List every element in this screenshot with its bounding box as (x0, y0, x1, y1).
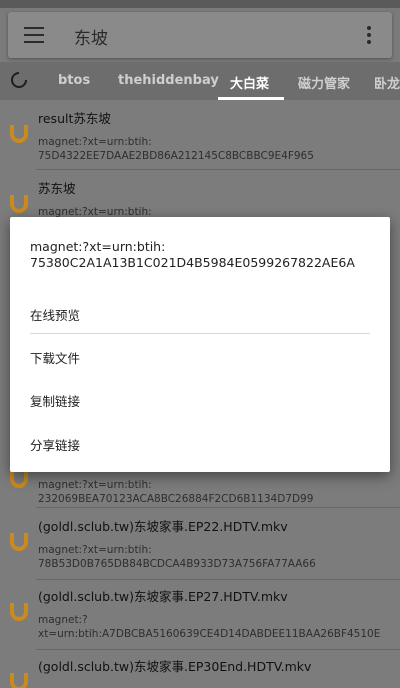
item-magnet: magnet:?xt=urn:btih: (38, 136, 152, 148)
item-title: result苏东坡 (38, 111, 111, 126)
item-hash: xt=urn:btih:A7DBCBA5160639CE4D14DABDEE11… (38, 628, 381, 640)
magnet-icon (10, 195, 28, 213)
item-title: 苏东坡 (38, 181, 76, 196)
divider (30, 333, 370, 334)
tab-thehiddenbay[interactable]: thehiddenbay (118, 73, 219, 88)
magnet-icon (10, 125, 28, 143)
dialog-title: magnet:?xt=urn:btih: 75380C2A1A13B1C021D… (30, 239, 370, 271)
item-title: (goldl.sclub.tw)东坡家事.EP27.HDTV.mkv (38, 589, 288, 604)
tab-wolong[interactable]: 卧龙 (374, 73, 400, 92)
tab-cili-guanjia[interactable]: 磁力管家 (298, 73, 350, 92)
dialog-magnet-prefix: magnet:?xt=urn:btih: (30, 239, 166, 254)
item-hash: 78B53D0B765DB84BCDCA4B933D73A756FA77AA66 (38, 558, 316, 570)
item-magnet: magnet:?xt=urn:btih: (38, 544, 152, 556)
item-title: (goldl.sclub.tw)东坡家事.EP30End.HDTV.mkv (38, 659, 312, 674)
list-item[interactable]: (goldl.sclub.tw)东坡家事.EP27.HDTV.mkv magne… (0, 580, 400, 650)
search-input[interactable]: 东坡 (74, 24, 108, 49)
tab-btos[interactable]: btos (58, 73, 90, 88)
item-title: (goldl.sclub.tw)东坡家事.EP22.HDTV.mkv (38, 519, 288, 534)
list-item[interactable]: (goldl.sclub.tw)东坡家事.EP22.HDTV.mkv magne… (0, 508, 400, 580)
source-tabs: btos thehiddenbay 大白菜 磁力管家 卧龙 (0, 62, 400, 100)
item-magnet: magnet:?xt=urn:btih: (38, 479, 152, 491)
dialog-magnet-hash: 75380C2A1A13B1C021D4B5984E0599267822AE6A (30, 255, 355, 270)
item-hash: 232069BEA70123ACA8BC26884F2CD6B1134D7D99 (38, 493, 314, 505)
online-preview-item[interactable]: 在线预览 (30, 305, 80, 324)
menu-icon[interactable] (24, 27, 44, 43)
list-item[interactable]: result苏东坡 magnet:?xt=urn:btih: 75D4322EE… (0, 100, 400, 170)
refresh-icon[interactable] (10, 71, 28, 89)
search-bar: 东坡 (8, 12, 392, 58)
list-item[interactable]: (goldl.sclub.tw)东坡家事.EP30End.HDTV.mkv (0, 650, 400, 688)
item-hash: 75D4322EE7DAAE2BD86A212145C8BCBBC9E4F965 (38, 150, 314, 162)
magnet-icon (10, 603, 28, 621)
more-options-icon[interactable] (366, 26, 372, 46)
share-link-item[interactable]: 分享链接 (30, 435, 80, 454)
download-file-item[interactable]: 下载文件 (30, 348, 80, 367)
magnet-action-dialog: magnet:?xt=urn:btih: 75380C2A1A13B1C021D… (10, 217, 390, 472)
tab-dabaicai[interactable]: 大白菜 (230, 73, 269, 92)
status-bar (0, 0, 400, 8)
item-magnet: magnet:? (38, 614, 88, 626)
magnet-icon (10, 533, 28, 551)
magnet-icon (10, 673, 28, 688)
copy-link-item[interactable]: 复制链接 (30, 391, 80, 410)
